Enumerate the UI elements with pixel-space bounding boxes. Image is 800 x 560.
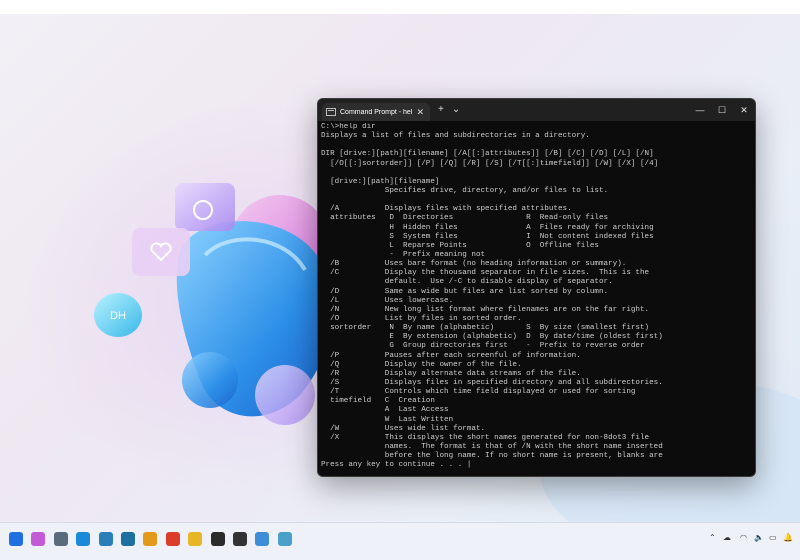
console-line: /B Uses bare format (no heading informat…: [321, 260, 627, 269]
console-line: default. Use /-C to disable display of s…: [321, 278, 613, 287]
onedrive-cloud-icon[interactable]: ☁: [723, 534, 731, 542]
console-line: before the long name. If no short name i…: [321, 452, 663, 461]
console-line: attributes D Directories R Read-only fil…: [321, 214, 609, 223]
console-line: C:\>help dir: [321, 123, 376, 131]
heart-card: [132, 228, 190, 276]
file-explorer-icon[interactable]: [188, 532, 203, 546]
console-line: A Last Access: [321, 406, 449, 415]
terminal-tab-icon: [326, 108, 336, 116]
minimize-button[interactable]: —: [689, 99, 711, 121]
console-line: - Prefix meaning not: [321, 250, 486, 259]
tab-title: Command Prompt - help dir: [340, 108, 412, 116]
tab-dropdown-button[interactable]: ⌄: [452, 105, 460, 115]
console-line: [/O[[:]sortorder]] [/P] [/Q] [/R] [/S] […: [321, 159, 659, 168]
console-line: L Reparse Points O Offline files: [321, 241, 599, 250]
edge-icon[interactable]: [76, 532, 91, 546]
edge-beta-icon[interactable]: [98, 532, 113, 546]
console-line: /N New long list format where filenames …: [321, 305, 650, 314]
console-line: [drive:][path][filename]: [321, 177, 440, 186]
edge-canary-icon[interactable]: [143, 532, 158, 546]
command-prompt-window[interactable]: Command Prompt - help dir ✕ + ⌄ — ☐ ✕ C:…: [317, 98, 756, 477]
remote-desktop-icon[interactable]: [277, 532, 292, 546]
console-output[interactable]: C:\>help dir Displays a list of files and…: [321, 123, 753, 476]
chrome-icon[interactable]: [165, 532, 180, 546]
chatgpt-icon[interactable]: [233, 532, 247, 546]
console-line: /X This displays the short names generat…: [321, 433, 650, 442]
volume-icon[interactable]: 🔈: [754, 534, 764, 542]
console-line: S System files I Not content indexed fil…: [321, 232, 654, 241]
console-line: sortorder N By name (alphabetic) S By si…: [321, 324, 650, 333]
windows-start-icon[interactable]: [9, 532, 23, 546]
console-line: DIR [drive:][path][filename] [/A[[:]attr…: [321, 150, 654, 159]
console-line: names. The format is that of /N with the…: [321, 442, 663, 451]
console-line: W Last Written: [321, 415, 454, 424]
coin-badge-text: DH: [110, 310, 126, 322]
console-line: /D Same as wide but files are list sorte…: [321, 287, 609, 296]
console-line: /Q Display the owner of the file.: [321, 360, 522, 369]
badge-card: [175, 183, 235, 231]
console-line: /T Controls which time field displayed o…: [321, 388, 636, 397]
tab-command-prompt[interactable]: Command Prompt - help dir ✕: [322, 103, 430, 121]
title-bar[interactable]: Command Prompt - help dir ✕ + ⌄ — ☐ ✕: [318, 99, 755, 121]
console-line: Press any key to continue . . . |: [321, 461, 472, 470]
console-line: /P Pauses after each screenful of inform…: [321, 351, 581, 360]
close-button[interactable]: ✕: [733, 99, 755, 121]
notification-bell-icon[interactable]: 🔔: [783, 534, 793, 542]
maximize-button[interactable]: ☐: [711, 99, 733, 121]
wifi-icon[interactable]: ◠: [740, 534, 747, 542]
taskbar: ⌃ ☁ ◠ 🔈 ▭ 🔔: [0, 522, 800, 560]
console-line: timefield C Creation: [321, 397, 435, 406]
console-line: /R Display alternate data streams of the…: [321, 369, 581, 378]
copilot-icon[interactable]: [31, 532, 46, 546]
console-line: /L Uses lowercase.: [321, 296, 454, 305]
console-line: G Group directories first - Prefix to re…: [321, 342, 645, 351]
edge-dev-icon[interactable]: [121, 532, 135, 546]
new-tab-button[interactable]: +: [438, 105, 444, 115]
console-line: E By extension (alphabetic) D By date/ti…: [321, 333, 663, 342]
console-line: /O List by files in sorted order.: [321, 314, 522, 323]
console-line: /S Displays files in specified directory…: [321, 378, 663, 387]
notepad-icon[interactable]: [255, 532, 270, 546]
console-line: Displays a list of files and subdirector…: [321, 132, 590, 141]
tab-close-icon[interactable]: ✕: [416, 107, 424, 117]
console-line: /W Uses wide list format.: [321, 424, 486, 433]
battery-icon[interactable]: ▭: [769, 534, 777, 542]
console-line: /A Displays files with specified attribu…: [321, 205, 572, 214]
settings-icon[interactable]: [53, 532, 68, 546]
show-hidden-icons-chevron[interactable]: ⌃: [709, 534, 716, 542]
console-line: H Hidden files A Files ready for archivi…: [321, 223, 654, 232]
terminal-icon[interactable]: [210, 532, 225, 546]
console-line: Specifies drive, directory, and/or files…: [321, 186, 609, 195]
console-line: /C Display the thousand separator in fil…: [321, 269, 650, 278]
